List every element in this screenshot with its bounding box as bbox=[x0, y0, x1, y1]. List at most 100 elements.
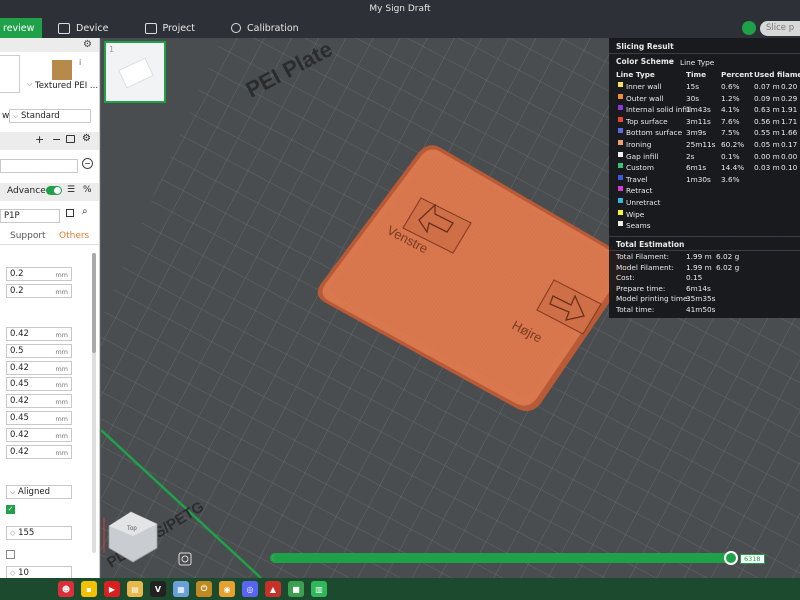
stepper-arrows-icon[interactable]: ◇ bbox=[10, 529, 15, 537]
line-type-percent: 60.2% bbox=[721, 140, 745, 149]
checkbox-checked[interactable]: ✓ bbox=[6, 505, 15, 514]
plate-texture-image[interactable] bbox=[52, 60, 72, 80]
line-type-time: 6m1s bbox=[686, 163, 707, 173]
line-type-weight: 0.00 g bbox=[781, 151, 800, 161]
store-icon[interactable]: ▥ bbox=[311, 581, 327, 597]
search-icon[interactable]: ⌕ bbox=[82, 206, 88, 217]
param-field[interactable]: 0.2 mm bbox=[6, 284, 72, 298]
line-type-row: Inner wall 15s 0.6% 0.07 m0.20 g bbox=[616, 82, 800, 94]
line-type-name: Wipe bbox=[626, 209, 645, 219]
save-icon[interactable] bbox=[66, 135, 75, 143]
remove-icon[interactable]: − bbox=[82, 158, 93, 169]
tab-project-label: Project bbox=[162, 22, 196, 34]
color-swatch bbox=[618, 209, 623, 215]
unit-label: mm bbox=[55, 415, 68, 423]
gear-icon[interactable]: ⚙ bbox=[83, 39, 92, 50]
line-type-name: Ironing bbox=[626, 140, 652, 149]
color-swatch bbox=[618, 128, 623, 134]
game-icon[interactable]: ▲ bbox=[265, 581, 281, 597]
tab-device[interactable]: Device bbox=[58, 18, 129, 38]
estimation-value: 1.99 m bbox=[686, 262, 712, 272]
line-type-length: 0.09 m bbox=[754, 93, 780, 103]
color-scheme-select[interactable]: ⌵ Line Type bbox=[669, 57, 749, 67]
param-field[interactable]: 0.5 mm bbox=[6, 343, 72, 358]
box-icon[interactable]: ■ bbox=[288, 581, 304, 597]
line-type-time: 1m43s bbox=[686, 105, 711, 115]
printer-thumbnail[interactable] bbox=[0, 55, 20, 93]
tab-project[interactable]: Project bbox=[144, 18, 216, 38]
chat-icon[interactable]: ☻ bbox=[58, 581, 74, 597]
save-icon[interactable] bbox=[66, 209, 74, 217]
line-type-percent: 0.6% bbox=[721, 82, 740, 91]
param-field[interactable]: 0.42 mm bbox=[6, 444, 72, 459]
line-type-percent: 7.6% bbox=[721, 116, 740, 126]
quantity-stepper[interactable]: ◇ 155 bbox=[6, 526, 72, 540]
unit-label: mm bbox=[55, 448, 68, 457]
file-explorer-icon[interactable]: ▤ bbox=[127, 581, 143, 597]
unit-label: mm bbox=[55, 288, 68, 296]
notepad-icon[interactable]: ▦ bbox=[173, 581, 189, 597]
sticky-note-icon[interactable]: ▪ bbox=[81, 581, 97, 597]
line-type-weight: 1.91 g bbox=[781, 105, 800, 115]
gear-icon bbox=[231, 23, 242, 33]
param-field[interactable]: 0.42 mm bbox=[6, 360, 72, 375]
line-type-row: Travel 1m30s 3.6% bbox=[616, 174, 800, 187]
layer-slider-track[interactable] bbox=[270, 553, 732, 563]
tab-preview[interactable]: review bbox=[0, 18, 42, 38]
gear-icon[interactable]: ⚙ bbox=[82, 133, 91, 144]
discord-icon[interactable]: ◎ bbox=[242, 581, 258, 597]
line-type-weight: 0.29 g bbox=[781, 93, 800, 103]
tab-support[interactable]: Support bbox=[10, 231, 46, 241]
list-icon[interactable]: ☰ bbox=[67, 185, 75, 195]
param-field[interactable]: 0.45 mm bbox=[6, 411, 72, 425]
slicing-result-panel: Slicing Result Color Scheme ⌵ Line Type … bbox=[609, 38, 800, 318]
media-player-icon[interactable]: ▶ bbox=[104, 581, 120, 597]
estimation-row: Prepare time: 6m14s bbox=[616, 284, 800, 295]
estimation-value-2: 6.02 g bbox=[716, 262, 740, 272]
bottom-stepper[interactable]: ◇ 10 bbox=[6, 566, 72, 578]
param-field[interactable]: 0.42 mm bbox=[6, 327, 72, 341]
estimation-value: 1.99 m bbox=[686, 252, 712, 261]
plate-thumbnail[interactable]: 1 bbox=[104, 41, 166, 103]
process-preset-select[interactable]: ⌵ Standard bbox=[9, 109, 91, 123]
minus-icon[interactable]: − bbox=[52, 133, 61, 146]
color-swatch bbox=[618, 186, 623, 192]
layer-slider-value: 6318 bbox=[740, 554, 765, 564]
percent-icon[interactable]: % bbox=[83, 185, 92, 195]
info-icon[interactable]: i bbox=[79, 58, 81, 67]
layer-slider-fill bbox=[272, 555, 730, 561]
param-field[interactable]: 0.45 mm bbox=[6, 377, 72, 392]
estimation-label: Cost: bbox=[616, 273, 635, 283]
checkbox-unchecked[interactable] bbox=[6, 550, 15, 559]
line-type-name: Seams bbox=[626, 221, 651, 231]
color-swatch bbox=[618, 221, 623, 227]
chevron-down-icon[interactable]: ⌵ bbox=[27, 80, 32, 89]
stepper-value: 155 bbox=[18, 528, 35, 538]
layer-slider-handle[interactable] bbox=[724, 551, 738, 565]
process-toolbar: + − ⚙ bbox=[0, 132, 99, 150]
line-type-header: Line Type Time Percent Used filament bbox=[616, 70, 800, 82]
search-input[interactable] bbox=[0, 159, 78, 173]
plate-type-label[interactable]: Textured PEI ... bbox=[35, 81, 98, 91]
terminal-icon[interactable]: V bbox=[150, 581, 166, 597]
aligned-select[interactable]: ⌵ Aligned bbox=[6, 485, 72, 499]
slice-plate-button[interactable]: Slice p bbox=[760, 20, 800, 36]
param-field[interactable]: 0.42 mm bbox=[6, 394, 72, 409]
sidebar-scrollbar[interactable] bbox=[92, 253, 96, 553]
line-type-row: Unretract bbox=[616, 198, 800, 210]
line-type-length: 0.63 m bbox=[754, 105, 780, 115]
tab-calibration[interactable]: Calibration bbox=[231, 18, 319, 38]
printer-name-field[interactable]: P1P bbox=[0, 209, 60, 223]
unit-label: mm bbox=[55, 398, 68, 407]
tab-others[interactable]: Others bbox=[59, 231, 89, 241]
add-icon[interactable]: + bbox=[35, 133, 44, 146]
chevron-down-icon: ⌵ bbox=[13, 112, 19, 120]
unit-label: mm bbox=[55, 381, 68, 390]
advanced-toggle[interactable] bbox=[46, 186, 62, 195]
bambu-studio-icon[interactable]: ⏻ bbox=[196, 581, 212, 597]
stepper-arrows-icon[interactable]: ◇ bbox=[10, 569, 15, 577]
param-field[interactable]: 0.2 mm bbox=[6, 267, 72, 281]
chrome-icon[interactable]: ◉ bbox=[219, 581, 235, 597]
param-field[interactable]: 0.42 mm bbox=[6, 427, 72, 442]
slice-dropdown-button[interactable] bbox=[742, 21, 756, 35]
